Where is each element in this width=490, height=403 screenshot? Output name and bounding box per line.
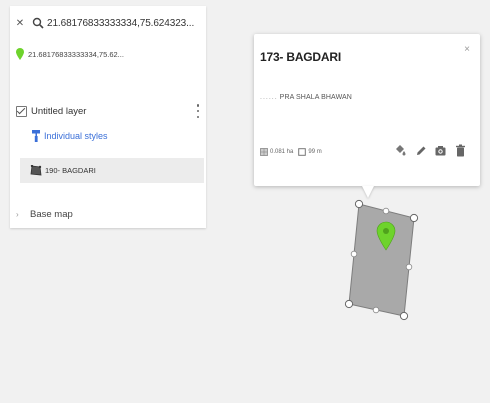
feature-info-card: 173- BAGDARI × ...... PRA SHALA BHAWAN 0.… <box>254 34 480 198</box>
layer-visibility-checkbox[interactable] <box>16 105 27 117</box>
midpoint-handle[interactable] <box>372 306 380 314</box>
feature-description: ...... PRA SHALA BHAWAN <box>260 94 352 101</box>
search-query[interactable]: 21.68176833333334,75.624323... <box>47 18 194 29</box>
vertex-handle[interactable] <box>344 299 354 309</box>
feature-actions <box>395 144 466 157</box>
map-canvas[interactable]: ✕ 21.68176833333334,75.624323... 21.6817… <box>0 0 490 403</box>
paint-roller-icon <box>32 130 41 142</box>
search-result-text: 21.68176833333334,75.62... <box>28 49 124 59</box>
vertex-handle[interactable] <box>409 213 419 223</box>
delete-trash-icon[interactable] <box>455 144 466 157</box>
feature-label: 190- BAGDARI <box>45 166 96 175</box>
search-bar[interactable]: ✕ 21.68176833333334,75.624323... <box>14 14 204 32</box>
search-result-item[interactable]: 21.68176833333334,75.62... <box>16 46 206 62</box>
style-bucket-icon[interactable] <box>395 144 406 157</box>
midpoint-handle[interactable] <box>350 250 358 258</box>
layer-item[interactable]: Untitled layer <box>16 102 202 120</box>
individual-styles-link[interactable]: Individual styles <box>32 130 108 142</box>
styles-label: Individual styles <box>44 131 108 141</box>
close-search-icon[interactable]: ✕ <box>14 18 26 29</box>
layers-panel: ✕ 21.68176833333334,75.624323... 21.6817… <box>10 6 206 228</box>
close-popup-icon[interactable]: × <box>464 44 470 55</box>
vertex-handle[interactable] <box>354 199 364 209</box>
perimeter-icon <box>298 148 307 156</box>
perimeter-value: 99 m <box>308 149 322 155</box>
midpoint-handle[interactable] <box>405 263 413 271</box>
selected-polygon[interactable] <box>340 192 430 322</box>
feature-title: 173- BAGDARI <box>260 50 341 64</box>
polygon-icon <box>30 164 42 176</box>
layer-name[interactable]: Untitled layer <box>31 106 86 117</box>
more-options-icon[interactable] <box>196 104 200 118</box>
midpoint-handle[interactable] <box>382 207 390 215</box>
basemap-item[interactable]: › Base map <box>16 209 73 220</box>
vertex-handle[interactable] <box>399 311 409 321</box>
description-prefix: ...... <box>260 94 278 101</box>
edit-pencil-icon[interactable] <box>415 144 426 157</box>
search-icon <box>32 17 44 29</box>
camera-icon[interactable] <box>435 144 446 157</box>
feature-measurements: 0.081 ha 99 m <box>260 148 322 156</box>
basemap-label: Base map <box>30 209 73 220</box>
area-icon <box>260 148 268 156</box>
area-value: 0.081 ha <box>270 149 294 155</box>
expand-icon[interactable]: › <box>16 210 24 219</box>
feature-list-item[interactable]: 190- BAGDARI <box>20 158 204 183</box>
location-pin-icon <box>16 48 24 60</box>
description-text: PRA SHALA BHAWAN <box>279 94 352 101</box>
